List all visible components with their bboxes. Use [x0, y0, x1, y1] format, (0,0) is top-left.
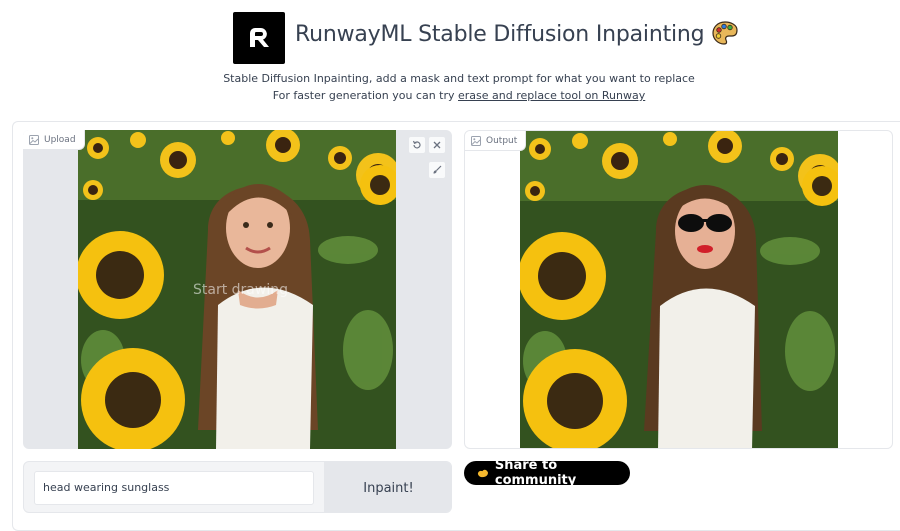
clear-button[interactable]	[428, 136, 446, 154]
share-label: Share to community	[494, 458, 577, 488]
undo-button[interactable]	[408, 136, 426, 154]
subtitle-line-1: Stable Diffusion Inpainting, add a mask …	[223, 72, 695, 85]
share-to-community-button[interactable]: Share to community	[464, 458, 630, 488]
runway-logo	[233, 12, 285, 64]
output-image	[520, 131, 838, 448]
subtitle-prefix: For faster generation you can try	[272, 89, 459, 102]
undo-icon	[412, 140, 421, 149]
sunflower-photo-output	[520, 131, 838, 448]
upload-label: Upload	[23, 130, 85, 150]
brush-icon	[433, 165, 442, 174]
runway-logo-icon	[250, 28, 269, 47]
start-drawing-overlay: Start drawing	[193, 282, 288, 298]
image-icon	[471, 135, 481, 146]
brush-button[interactable]	[428, 161, 446, 179]
output-panel: Output	[464, 130, 893, 449]
palette-emoji-icon	[712, 21, 739, 51]
prompt-row: head wearing sunglass Inpaint!	[23, 461, 452, 513]
page-title-text: RunwayML Stable Diffusion Inpainting	[295, 22, 705, 47]
upload-label-text: Upload	[44, 134, 76, 145]
prompt-input[interactable]: head wearing sunglass	[34, 471, 314, 505]
close-icon	[433, 141, 441, 149]
output-label: Output	[465, 131, 527, 151]
image-icon	[29, 134, 39, 145]
page-title: RunwayML Stable Diffusion Inpainting	[295, 21, 739, 51]
subtitle-line-2: For faster generation you can try erase …	[0, 89, 900, 102]
inpaint-button[interactable]: Inpaint!	[324, 462, 451, 512]
output-label-text: Output	[486, 135, 518, 146]
hands-icon	[477, 469, 488, 478]
runway-erase-replace-link[interactable]: erase and replace tool on Runway	[458, 89, 645, 102]
